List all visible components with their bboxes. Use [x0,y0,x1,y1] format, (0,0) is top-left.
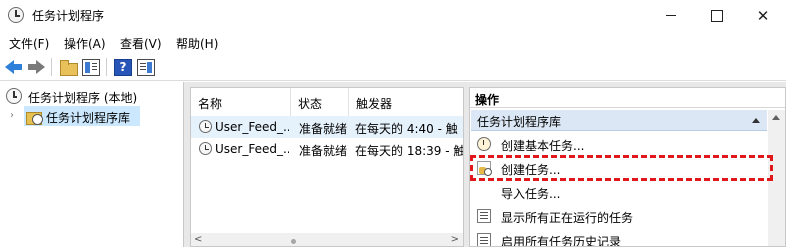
table-row[interactable]: User_Feed_... 准备就绪 在每天的 4:40 - 触 [191,116,463,138]
tree-item-root[interactable]: 任务计划程序 (本地) [0,86,184,106]
scroll-right-arrow-icon[interactable]: > [451,234,459,245]
forward-arrow-icon[interactable] [27,59,45,76]
horizontal-scrollbar[interactable]: < > [191,233,463,246]
toolbar: ? [0,53,786,81]
console-tree: 任务计划程序 (本地) › 任务计划程序库 [0,82,184,247]
chevron-right-icon[interactable]: › [10,110,14,121]
running-tasks-icon [477,209,491,223]
task-clock-icon [199,142,212,155]
import-icon [477,185,491,199]
close-button[interactable]: ✕ [740,0,786,31]
folder-up-icon[interactable] [59,59,78,76]
title-bar: 任务计划程序 ✕ [0,0,786,31]
actions-section-library[interactable]: 任务计划程序库 [471,110,767,131]
actions-header: 操作 [470,88,785,108]
action-show-running-tasks[interactable]: 显示所有正在运行的任务 [472,205,766,228]
scroll-left-arrow-icon[interactable]: < [194,234,202,245]
history-icon [477,233,491,246]
action-create-task[interactable]: 创建任务... [472,157,766,180]
action-label: 启用所有任务历史记录 [501,235,622,247]
table-row[interactable]: User_Feed_... 准备就绪 在每天的 18:39 - 触 [191,138,463,160]
task-status: 准备就绪 [299,144,348,158]
window-title: 任务计划程序 [32,9,105,23]
menu-bar: 文件(F) 操作(A) 查看(V) 帮助(H) [0,31,786,53]
maximize-button[interactable] [694,0,740,31]
show-hide-action-pane-icon[interactable] [137,59,155,76]
minimize-button[interactable] [648,0,694,31]
basic-task-icon [477,137,491,151]
action-create-basic-task[interactable]: 创建基本任务... [472,133,766,156]
show-hide-console-tree-icon[interactable] [82,59,100,76]
scroll-up-arrow-icon[interactable] [772,115,780,120]
task-clock-icon [199,120,212,133]
column-header-status[interactable]: 状态 [291,88,349,116]
toolbar-separator [106,58,107,76]
create-task-icon [477,161,492,176]
action-label: 显示所有正在运行的任务 [501,211,634,225]
menu-help[interactable]: 帮助(H) [176,35,218,52]
clock-icon [6,88,22,104]
action-import-task[interactable]: 导入任务... [472,181,766,204]
collapse-up-icon[interactable] [752,118,760,123]
tree-item-library[interactable]: › 任务计划程序库 [0,106,184,126]
tree-root-label: 任务计划程序 (本地) [28,91,138,105]
help-icon[interactable]: ? [114,59,132,76]
action-enable-history[interactable]: 启用所有任务历史记录 [472,229,766,247]
task-trigger: 在每天的 4:40 - 触 [355,122,458,136]
menu-action[interactable]: 操作(A) [64,35,106,52]
task-status: 准备就绪 [299,122,348,136]
task-scheduler-clock-icon [8,7,24,23]
action-label: 创建任务... [501,163,561,177]
task-trigger: 在每天的 18:39 - 触 [355,144,463,158]
actions-section-title: 任务计划程序库 [477,115,562,129]
folder-clock-icon [26,108,43,125]
column-header-name[interactable]: 名称 [191,88,291,116]
vertical-scrollbar[interactable] [768,110,785,246]
actions-pane: 操作 任务计划程序库 创建基本任务... 创建任务... 导入任务... 显示所… [469,87,786,247]
task-list-pane: 名称 状态 触发器 User_Feed_... 准备就绪 在每天的 4:40 -… [190,87,464,247]
menu-file[interactable]: 文件(F) [9,35,49,52]
menu-view[interactable]: 查看(V) [120,35,162,52]
back-arrow-icon[interactable] [5,59,23,76]
action-label: 导入任务... [501,187,561,201]
task-name: User_Feed_... [215,142,289,156]
scroll-thumb[interactable] [291,239,296,244]
tree-library-label: 任务计划程序库 [46,111,131,125]
toolbar-separator [51,58,52,76]
task-name: User_Feed_... [215,120,289,134]
column-header-trigger[interactable]: 触发器 [349,88,463,116]
action-label: 创建基本任务... [501,139,585,153]
